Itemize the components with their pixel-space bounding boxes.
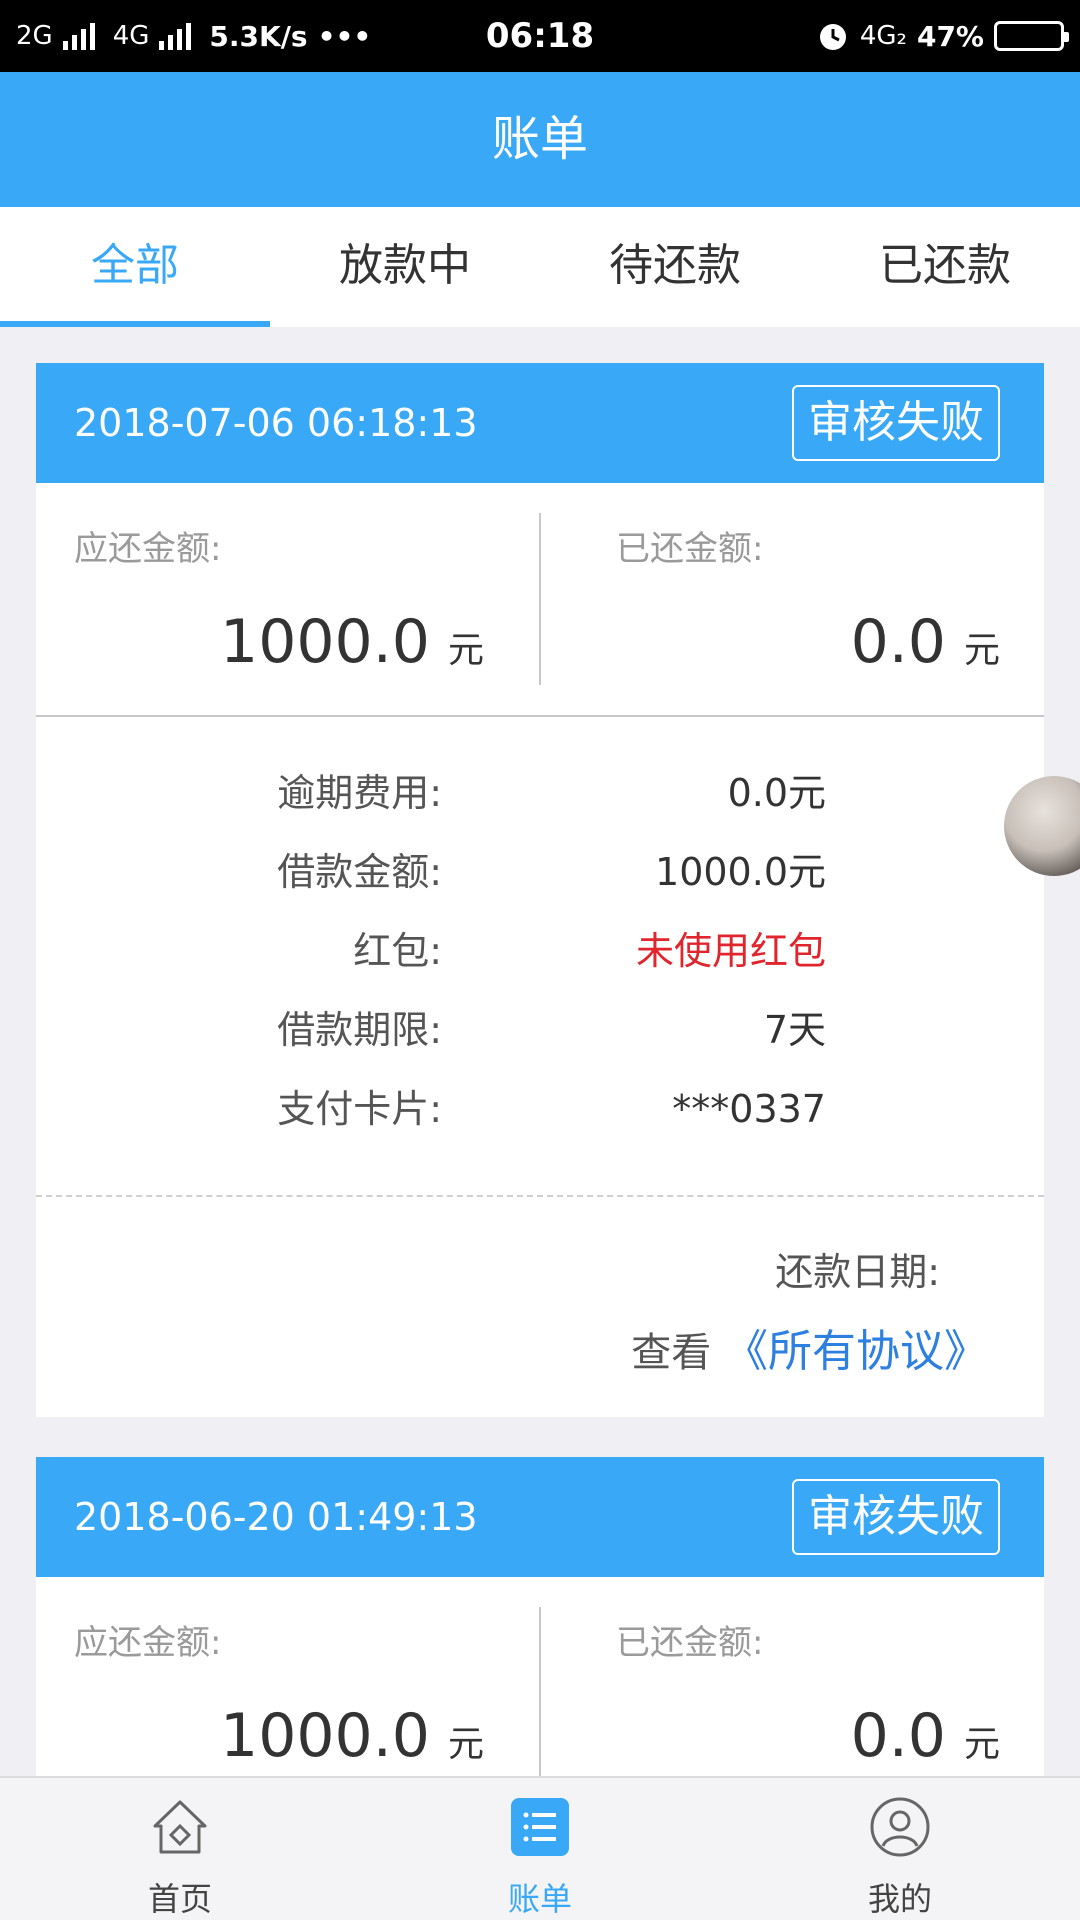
bill-date: 2018-07-06 06:18:13 xyxy=(74,401,478,445)
detail-label: 逾期费用: xyxy=(277,771,442,815)
amount-paid-number: 0.0 xyxy=(850,607,946,677)
repayment-date-label: 还款日期: xyxy=(775,1250,940,1294)
bill-filter-tabs: 全部 放款中 待还款 已还款 xyxy=(0,207,1080,327)
detail-row-red-packet: 红包: 未使用红包 xyxy=(36,921,1044,981)
amount-paid-value: 0.0 元 xyxy=(851,1701,1000,1771)
amount-due-section: 应还金额: 1000.0 元 xyxy=(36,483,540,715)
detail-row-loan-term: 借款期限: 7天 xyxy=(36,1000,1044,1060)
amount-due-number: 1000.0 xyxy=(220,607,430,677)
detail-row-overdue-fee: 逾期费用: 0.0元 xyxy=(36,763,1044,823)
network-4g-2: 4G₂ xyxy=(859,21,907,51)
tab-all[interactable]: 全部 xyxy=(0,207,270,327)
battery-percent: 47% xyxy=(916,19,984,53)
bill-amounts: 应还金额: 1000.0 元 已还金额: 0.0 元 xyxy=(36,483,1044,717)
bill-list-icon xyxy=(511,1798,569,1856)
detail-row-payment-card: 支付卡片: ***0337 xyxy=(36,1079,1044,1139)
bill-card-header: 2018-06-20 01:49:13 审核失败 xyxy=(36,1457,1044,1577)
tab-repaid[interactable]: 已还款 xyxy=(810,207,1080,327)
detail-label: 支付卡片: xyxy=(277,1087,442,1131)
detail-value: 1000.0元 xyxy=(655,850,826,894)
currency-unit: 元 xyxy=(963,1724,1000,1765)
detail-label: 借款金额: xyxy=(277,850,442,894)
amount-paid-number: 0.0 xyxy=(850,1701,946,1771)
detail-label: 借款期限: xyxy=(277,1008,442,1052)
bill-card[interactable]: 2018-06-20 01:49:13 审核失败 应还金额: 1000.0 元 已… xyxy=(36,1457,1044,1776)
detail-label: 红包: xyxy=(353,929,442,973)
nav-profile[interactable]: 我的 xyxy=(720,1778,1080,1920)
amount-paid-section: 已还金额: 0.0 元 xyxy=(540,1577,1044,1776)
detail-value: 0.0元 xyxy=(727,771,826,815)
page-title: 账单 xyxy=(0,72,1080,207)
nav-home[interactable]: 首页 xyxy=(0,1778,360,1920)
bill-card-header: 2018-07-06 06:18:13 审核失败 xyxy=(36,363,1044,483)
tab-pending-repayment[interactable]: 待还款 xyxy=(540,207,810,327)
amount-due-label: 应还金额: xyxy=(74,1623,222,1663)
detail-value: ***0337 xyxy=(672,1087,826,1131)
amount-paid-label: 已还金额: xyxy=(616,529,764,569)
tab-disbursing[interactable]: 放款中 xyxy=(270,207,540,327)
nav-bills-label: 账单 xyxy=(507,1880,572,1918)
battery-icon xyxy=(994,21,1069,51)
status-bar: 2G 4G 5.3K/s ••• 06:18 4G₂ 47% xyxy=(0,0,1080,72)
currency-unit: 元 xyxy=(963,630,1000,671)
status-right: 4G₂ 47% xyxy=(816,0,1069,72)
amount-due-value: 1000.0 元 xyxy=(220,1701,484,1771)
bill-amounts: 应还金额: 1000.0 元 已还金额: 0.0 元 xyxy=(36,1577,1044,1776)
review-status-button[interactable]: 审核失败 xyxy=(792,1479,1000,1555)
currency-unit: 元 xyxy=(447,1724,484,1765)
bill-footer: 还款日期: 查看 《所有协议》 xyxy=(36,1197,1044,1417)
amount-paid-value: 0.0 元 xyxy=(851,607,1000,677)
review-status-button[interactable]: 审核失败 xyxy=(792,385,1000,461)
agreement-line: 查看 《所有协议》 xyxy=(631,1315,988,1379)
amount-due-number: 1000.0 xyxy=(220,1701,430,1771)
nav-home-label: 首页 xyxy=(147,1880,212,1918)
currency-unit: 元 xyxy=(447,630,484,671)
amount-due-section: 应还金额: 1000.0 元 xyxy=(36,1577,540,1776)
bottom-navigation: 首页 账单 我的 xyxy=(0,1776,1080,1920)
nav-bills[interactable]: 账单 xyxy=(360,1778,720,1920)
bill-date: 2018-06-20 01:49:13 xyxy=(74,1495,478,1539)
amount-due-value: 1000.0 元 xyxy=(220,607,484,677)
all-agreements-link[interactable]: 《所有协议》 xyxy=(724,1326,988,1377)
detail-value: 7天 xyxy=(763,1008,826,1052)
amount-due-label: 应还金额: xyxy=(74,529,222,569)
bill-card[interactable]: 2018-07-06 06:18:13 审核失败 应还金额: 1000.0 元 已… xyxy=(36,363,1044,1417)
nav-profile-label: 我的 xyxy=(867,1880,932,1918)
agreement-prefix: 查看 xyxy=(631,1330,712,1376)
amount-paid-label: 已还金额: xyxy=(616,1623,764,1663)
red-packet-value: 未使用红包 xyxy=(635,929,826,973)
detail-row-loan-amount: 借款金额: 1000.0元 xyxy=(36,842,1044,902)
amount-paid-section: 已还金额: 0.0 元 xyxy=(540,483,1044,715)
profile-icon xyxy=(870,1797,930,1857)
home-icon xyxy=(153,1800,207,1854)
alarm-icon xyxy=(819,24,846,50)
bill-details: 逾期费用: 0.0元 借款金额: 1000.0元 红包: 未使用红包 借款期限:… xyxy=(36,717,1044,1197)
